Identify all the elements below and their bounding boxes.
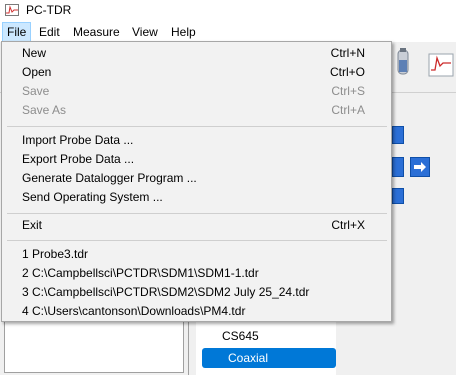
menu-item-save-as: Save As Ctrl+A bbox=[2, 101, 391, 120]
menu-item-shortcut: Ctrl+X bbox=[331, 218, 365, 232]
menu-item-save: Save Ctrl+S bbox=[2, 82, 391, 101]
recent-file-item[interactable]: 3 C:\Campbellsci\PCTDR\SDM2\SDM2 July 25… bbox=[2, 283, 391, 302]
menu-item-open[interactable]: Open Ctrl+O bbox=[2, 63, 391, 82]
menu-item-shortcut: Ctrl+S bbox=[331, 84, 365, 98]
recent-file-label: 2 C:\Campbellsci\PCTDR\SDM1\SDM1-1.tdr bbox=[22, 266, 259, 280]
title-bar: PC-TDR bbox=[0, 0, 456, 22]
menu-item-label: Export Probe Data ... bbox=[22, 152, 135, 166]
menu-help[interactable]: Help bbox=[167, 22, 200, 42]
recent-file-item[interactable]: 1 Probe3.tdr bbox=[2, 245, 391, 264]
window-title: PC-TDR bbox=[26, 3, 72, 17]
recent-file-item[interactable]: 4 C:\Users\cantonson\Downloads\PM4.tdr bbox=[2, 302, 391, 321]
menu-item-label: New bbox=[22, 46, 47, 60]
arrow-button-left-partial[interactable] bbox=[392, 157, 404, 177]
menu-bar: File Edit Measure View Help bbox=[0, 22, 456, 42]
file-menu-dropdown: New Ctrl+N Open Ctrl+O Save Ctrl+S Save … bbox=[1, 41, 392, 322]
menu-item-exit[interactable]: Exit Ctrl+X bbox=[2, 216, 391, 235]
toolbar-waveform-button[interactable] bbox=[424, 46, 456, 86]
menu-item-import-probe-data[interactable]: Import Probe Data ... bbox=[2, 131, 391, 150]
waveform-icon bbox=[428, 53, 454, 77]
menu-item-export-probe-data[interactable]: Export Probe Data ... bbox=[2, 150, 391, 169]
menu-separator bbox=[7, 240, 387, 241]
menu-item-label: Open bbox=[22, 65, 52, 79]
menu-item-new[interactable]: New Ctrl+N bbox=[2, 44, 391, 63]
menu-item-label: Send Operating System ... bbox=[22, 190, 163, 204]
recent-file-label: 3 C:\Campbellsci\PCTDR\SDM2\SDM2 July 25… bbox=[22, 285, 310, 299]
menu-file[interactable]: File bbox=[2, 22, 32, 42]
menu-measure[interactable]: Measure bbox=[69, 22, 124, 42]
menu-item-generate-datalogger-program[interactable]: Generate Datalogger Program ... bbox=[2, 169, 391, 188]
menu-item-label: Save As bbox=[22, 103, 67, 117]
menu-item-shortcut: Ctrl+N bbox=[330, 46, 365, 60]
menu-edit[interactable]: Edit bbox=[35, 22, 64, 42]
arrow-right-icon bbox=[414, 162, 426, 172]
arrow-button-top[interactable] bbox=[392, 126, 404, 144]
menu-item-label: Generate Datalogger Program ... bbox=[22, 171, 197, 185]
menu-item-shortcut: Ctrl+A bbox=[331, 103, 365, 117]
menu-item-label: Import Probe Data ... bbox=[22, 133, 134, 147]
menu-item-label: Exit bbox=[22, 218, 43, 232]
recent-file-label: 4 C:\Users\cantonson\Downloads\PM4.tdr bbox=[22, 304, 246, 318]
arrow-right-button[interactable] bbox=[410, 157, 430, 177]
menu-view[interactable]: View bbox=[128, 22, 162, 42]
menu-item-send-operating-system[interactable]: Send Operating System ... bbox=[2, 188, 391, 207]
pc-tdr-app-icon bbox=[5, 4, 19, 16]
menu-separator bbox=[7, 126, 387, 127]
recent-file-item[interactable]: 2 C:\Campbellsci\PCTDR\SDM1\SDM1-1.tdr bbox=[2, 264, 391, 283]
list-item-cs645[interactable]: CS645 bbox=[196, 326, 330, 346]
arrow-button-bottom[interactable] bbox=[392, 188, 404, 204]
menu-item-shortcut: Ctrl+O bbox=[329, 65, 365, 79]
menu-item-label: Save bbox=[22, 84, 50, 98]
menu-separator bbox=[7, 213, 387, 214]
recent-file-label: 1 Probe3.tdr bbox=[22, 247, 89, 261]
list-item-coaxial[interactable]: Coaxial bbox=[202, 348, 336, 368]
